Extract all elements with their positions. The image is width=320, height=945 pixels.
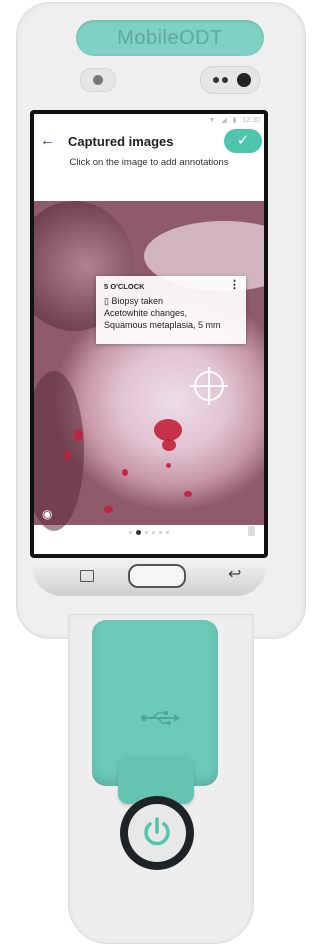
- annotation-line-1: ▯ Biopsy taken: [104, 296, 163, 306]
- pager-dot[interactable]: [152, 531, 155, 534]
- android-nav-bar: ↩: [32, 560, 266, 596]
- check-icon: ✓: [236, 132, 250, 149]
- more-vert-icon[interactable]: ⋮: [229, 278, 240, 291]
- brand-logo: MobileODT: [76, 20, 264, 56]
- pager-dot-active[interactable]: [136, 530, 141, 535]
- trash-icon[interactable]: [248, 526, 255, 536]
- front-camera: [80, 68, 116, 92]
- pager-dot[interactable]: [159, 531, 162, 534]
- status-time: 12:30: [242, 117, 260, 124]
- crosshair-icon[interactable]: [190, 367, 228, 405]
- app-screen: ▼ ◢ ▮ 12:30 ← Captured images ✓ Click on…: [34, 114, 264, 554]
- pager-dot[interactable]: [145, 531, 148, 534]
- page-title: Captured images: [68, 134, 174, 149]
- sensor-array: [200, 66, 260, 94]
- home-icon[interactable]: [128, 564, 186, 588]
- power-icon: [144, 817, 170, 846]
- wifi-icon: ▼: [208, 117, 216, 124]
- pager-dot[interactable]: [129, 531, 132, 534]
- annotation-position: 5 O'CLOCK: [104, 282, 145, 291]
- pager-dot[interactable]: [166, 531, 169, 534]
- back-icon[interactable]: ↩: [228, 564, 241, 584]
- signal-icon: ◢: [221, 117, 227, 124]
- usb-icon: [141, 711, 180, 725]
- battery-icon: ▮: [232, 117, 237, 124]
- eye-icon[interactable]: ◉: [42, 507, 52, 521]
- confirm-button[interactable]: ✓: [224, 129, 262, 153]
- biopsy-icon: ▯: [104, 296, 109, 306]
- arrow-left-icon[interactable]: ←: [40, 132, 55, 149]
- recent-apps-icon[interactable]: [80, 570, 94, 582]
- annotation-card[interactable]: 5 O'CLOCK ⋮ ▯ Biopsy taken Acetowhite ch…: [96, 276, 246, 344]
- app-bar: ← Captured images ✓: [34, 128, 264, 156]
- image-pager: [34, 530, 264, 535]
- status-bar: ▼ ◢ ▮ 12:30: [34, 114, 264, 128]
- annotation-line-2: Acetowhite changes,: [104, 308, 188, 318]
- instructions-text: Click on the image to add annotations: [69, 157, 229, 168]
- captured-image[interactable]: 5 O'CLOCK ⋮ ▯ Biopsy taken Acetowhite ch…: [34, 201, 264, 531]
- annotation-line-3: Squamous metaplasia, 5 mm: [104, 320, 221, 330]
